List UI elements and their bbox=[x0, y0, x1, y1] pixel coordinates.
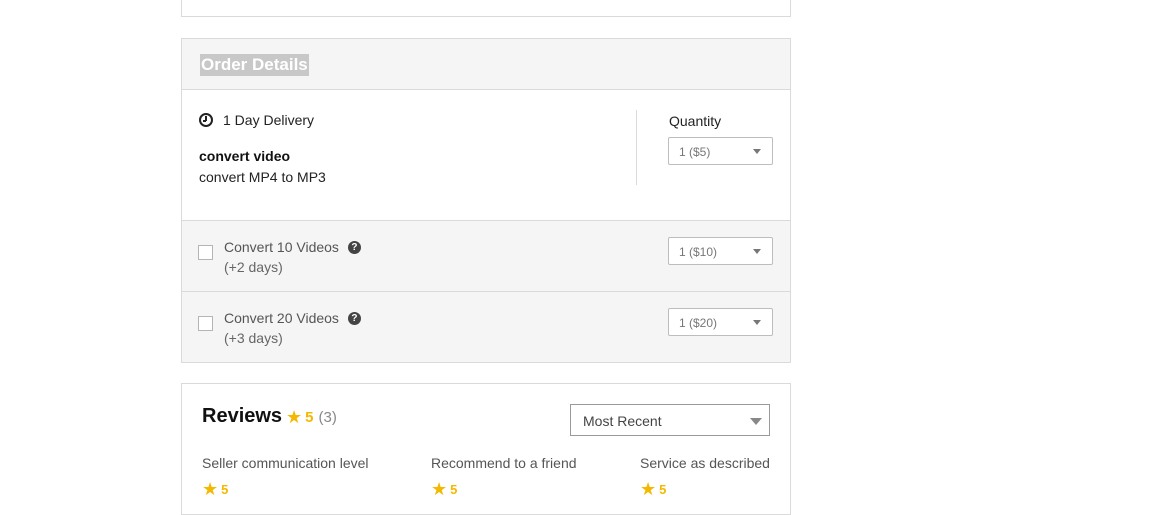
order-details-title: Order Details bbox=[200, 54, 309, 76]
extra-quantity-select-convert-20[interactable]: 1 ($20) bbox=[668, 308, 773, 336]
rating-breakdown-score: 5 bbox=[221, 481, 229, 497]
reviews-sort-select[interactable]: Most Recent bbox=[570, 404, 770, 436]
rating-breakdown-item: Service as described ★ 5 bbox=[640, 455, 770, 498]
extra-title: Convert 10 Videos ? bbox=[224, 239, 361, 255]
vertical-divider bbox=[636, 110, 637, 185]
quantity-select[interactable]: 1 ($5) bbox=[668, 137, 773, 165]
quantity-label: Quantity bbox=[669, 113, 722, 129]
extra-row-convert-20: Convert 20 Videos ? (+3 days) 1 ($20) bbox=[182, 292, 790, 362]
reviews-overall-rating: ★ 5 (3) bbox=[286, 408, 337, 426]
caret-down-icon bbox=[750, 418, 762, 425]
delivery-time-label: 1 Day Delivery bbox=[223, 112, 315, 128]
extra-quantity-value: 1 ($20) bbox=[679, 316, 718, 330]
extra-title: Convert 20 Videos ? bbox=[224, 310, 361, 326]
package-name: convert video bbox=[199, 148, 291, 164]
rating-breakdown-score: 5 bbox=[450, 481, 458, 497]
package-description: convert MP4 to MP3 bbox=[199, 169, 326, 185]
delivery-time: 1 Day Delivery bbox=[199, 112, 314, 128]
rating-breakdown-label: Service as described bbox=[640, 455, 770, 471]
extra-quantity-select-convert-10[interactable]: 1 ($10) bbox=[668, 237, 773, 265]
extra-days: (+2 days) bbox=[224, 259, 283, 275]
rating-breakdown-label: Recommend to a friend bbox=[431, 455, 577, 471]
star-icon: ★ bbox=[286, 407, 303, 427]
rating-breakdown-item: Seller communication level ★ 5 bbox=[202, 455, 369, 498]
reviews-sort-value: Most Recent bbox=[583, 413, 662, 429]
rating-breakdown-value: ★ 5 bbox=[431, 480, 577, 498]
question-circle-icon[interactable]: ? bbox=[347, 240, 361, 254]
reviews-score: 5 bbox=[305, 408, 314, 426]
quantity-select-value: 1 ($5) bbox=[679, 145, 711, 159]
reviews-card: Reviews ★ 5 (3) Most Recent Seller commu… bbox=[181, 383, 791, 515]
star-icon: ★ bbox=[640, 479, 657, 499]
rating-breakdown-value: ★ 5 bbox=[202, 480, 369, 498]
reviews-count: (3) bbox=[318, 408, 337, 426]
caret-down-icon bbox=[753, 149, 761, 154]
extra-title-label: Convert 20 Videos bbox=[224, 310, 339, 326]
order-details-card: Order Details 1 Day Delivery convert vid… bbox=[181, 38, 791, 363]
star-icon: ★ bbox=[202, 479, 219, 499]
star-icon: ★ bbox=[431, 479, 448, 499]
caret-down-icon bbox=[753, 320, 761, 325]
extra-checkbox-convert-20[interactable] bbox=[198, 316, 213, 331]
question-circle-icon[interactable]: ? bbox=[347, 311, 361, 325]
clock-icon bbox=[199, 113, 213, 127]
extra-title-label: Convert 10 Videos bbox=[224, 239, 339, 255]
base-package: 1 Day Delivery convert video convert MP4… bbox=[182, 90, 790, 221]
extra-days: (+3 days) bbox=[224, 330, 283, 346]
extra-row-convert-10: Convert 10 Videos ? (+2 days) 1 ($10) bbox=[182, 221, 790, 292]
rating-breakdown-item: Recommend to a friend ★ 5 bbox=[431, 455, 577, 498]
extra-checkbox-convert-10[interactable] bbox=[198, 245, 213, 260]
caret-down-icon bbox=[753, 249, 761, 254]
rating-breakdown-score: 5 bbox=[659, 481, 667, 497]
rating-breakdown-label: Seller communication level bbox=[202, 455, 369, 471]
extra-quantity-value: 1 ($10) bbox=[679, 245, 718, 259]
rating-breakdown-value: ★ 5 bbox=[640, 480, 770, 498]
previous-section-card bbox=[181, 0, 791, 17]
reviews-title: Reviews bbox=[202, 405, 283, 427]
order-details-header: Order Details bbox=[182, 39, 790, 90]
